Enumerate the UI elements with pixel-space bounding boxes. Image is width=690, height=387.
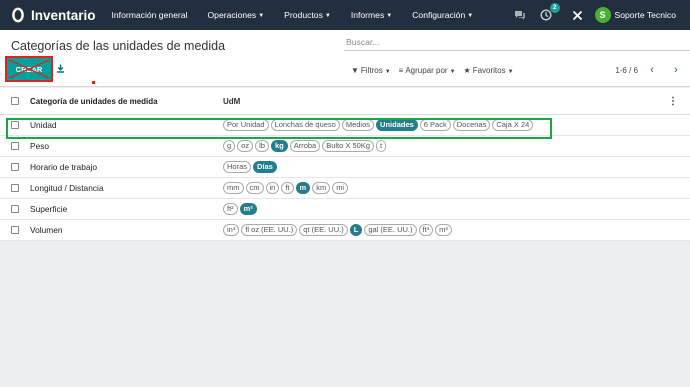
udm-tag: gal (EE. UU.) xyxy=(364,224,417,236)
filter-icon: ▼ xyxy=(351,66,359,75)
udm-tag: Lonchas de queso xyxy=(270,119,340,131)
activity-badge: 2 xyxy=(549,3,560,13)
udm-tag: g xyxy=(223,140,236,152)
udm-tag-selected: kg xyxy=(270,140,288,152)
category-name: Peso xyxy=(30,141,50,151)
select-all-checkbox[interactable] xyxy=(11,97,19,105)
list-view: Categoría de unidades de medida UdM ⋮ Un… xyxy=(0,88,690,241)
category-name: Volumen xyxy=(30,225,63,235)
udm-tag: Caja X 24 xyxy=(492,119,534,131)
main-menu: Información general Operaciones ▼ Productos… xyxy=(112,10,494,20)
create-button[interactable]: CREAR xyxy=(5,56,53,82)
udm-tag-selected: Días xyxy=(253,161,277,173)
search-options: ▼ Filtros ▼ ≡ Agrupar por ▼ ★ Favoritos ▼ xyxy=(351,66,522,75)
table-row[interactable]: Volumen in³ fl oz (EE. UU.) qt (EE. UU.) Lga… xyxy=(0,220,690,241)
menu-item-1[interactable]: Operaciones ▼ xyxy=(207,10,264,20)
category-name: Horario de trabajo xyxy=(30,162,98,172)
udm-tag: ft xyxy=(281,182,294,194)
star-icon: ★ xyxy=(463,66,471,75)
table-row[interactable]: Superficie ft² m² xyxy=(0,199,690,220)
annotation-mark xyxy=(92,81,95,84)
row-checkbox[interactable] xyxy=(11,142,19,150)
search-input[interactable] xyxy=(344,37,690,47)
chevron-down-icon: ▼ xyxy=(467,13,474,19)
pager-next-icon[interactable]: › xyxy=(670,63,682,77)
udm-tag: ft³ xyxy=(418,224,434,236)
udm-tags: mm cm in ft m km mi xyxy=(223,182,350,194)
udm-tag: Docenas xyxy=(452,119,491,131)
udm-tag: in xyxy=(265,182,280,194)
udm-tag: Bulto X 50Kg xyxy=(322,140,374,152)
udm-tag: km xyxy=(312,182,331,194)
table-row[interactable]: Peso g oz lb kg Arroba Bulto X 50Kg t xyxy=(0,136,690,157)
udm-tag: lb xyxy=(255,140,269,152)
row-checkbox[interactable] xyxy=(11,163,19,171)
udm-tag: Por Unidad xyxy=(223,119,269,131)
row-checkbox[interactable] xyxy=(11,184,19,192)
pager-value[interactable]: 1-6 / 6 xyxy=(615,66,638,75)
category-name: Unidad xyxy=(30,120,57,130)
udm-tag: qt (EE. UU.) xyxy=(299,224,348,236)
optional-columns-icon[interactable]: ⋮ xyxy=(668,96,678,107)
menu-item-3[interactable]: Informes ▼ xyxy=(351,10,392,20)
debug-tools-icon[interactable] xyxy=(569,6,587,24)
udm-tags: Por Unidad Lonchas de queso Medios Unidades… xyxy=(223,119,535,131)
activity-icon[interactable]: 2 xyxy=(537,3,560,24)
menu-item-0[interactable]: Información general xyxy=(112,10,188,20)
udm-tag: fl oz (EE. UU.) xyxy=(241,224,298,236)
row-checkbox[interactable] xyxy=(11,205,19,213)
udm-tag-selected: L xyxy=(349,224,363,236)
search-box xyxy=(344,37,690,51)
udm-tag: cm xyxy=(245,182,264,194)
group-by-dropdown[interactable]: ≡ Agrupar por ▼ xyxy=(399,66,456,75)
odoo-logo-icon[interactable] xyxy=(7,4,29,26)
row-checkbox[interactable] xyxy=(11,226,19,234)
udm-tags: g oz lb kg Arroba Bulto X 50Kg t xyxy=(223,140,388,152)
chat-icon[interactable] xyxy=(511,6,529,24)
filters-dropdown[interactable]: ▼ Filtros ▼ xyxy=(351,66,391,75)
table-row[interactable]: Unidad Por Unidad Lonchas de queso Medios Un… xyxy=(0,115,690,136)
download-icon[interactable] xyxy=(56,64,65,75)
column-header-category[interactable]: Categoría de unidades de medida xyxy=(30,97,158,106)
page-title: Categorías de las unidades de medida xyxy=(11,39,226,53)
control-panel: Categorías de las unidades de medida CRE… xyxy=(0,30,690,87)
udm-tag: Arroba xyxy=(289,140,321,152)
udm-tag: mm xyxy=(223,182,244,194)
udm-tag: ft² xyxy=(223,203,238,215)
row-checkbox[interactable] xyxy=(11,121,19,129)
udm-tag-selected: m xyxy=(295,182,311,194)
favorites-dropdown[interactable]: ★ Favoritos ▼ xyxy=(464,66,514,75)
menu-item-4[interactable]: Configuración ▼ xyxy=(412,10,473,20)
udm-tag: m³ xyxy=(435,224,452,236)
chevron-down-icon: ▼ xyxy=(324,13,331,19)
group-icon: ≡ xyxy=(398,66,404,75)
udm-tag: mi xyxy=(332,182,349,194)
pager-previous-icon[interactable]: ‹ xyxy=(646,63,658,77)
udm-tag: 6 Pack xyxy=(419,119,451,131)
column-header-udm[interactable]: UdM xyxy=(223,97,240,106)
user-menu[interactable]: Soporte Tecnico xyxy=(615,10,676,20)
udm-tag-selected: m² xyxy=(239,203,257,215)
udm-tag-selected: Unidades xyxy=(376,119,418,131)
menu-item-2[interactable]: Productos ▼ xyxy=(284,10,331,20)
chevron-down-icon: ▼ xyxy=(386,13,393,19)
table-row[interactable]: Horario de trabajo Horas Días xyxy=(0,157,690,178)
top-navbar: Inventario Información general Operacione… xyxy=(0,0,690,30)
udm-tag: in³ xyxy=(223,224,240,236)
table-header: Categoría de unidades de medida UdM ⋮ xyxy=(0,88,690,115)
avatar[interactable]: S xyxy=(594,7,611,23)
udm-tag: t xyxy=(376,140,387,152)
udm-tags: ft² m² xyxy=(223,203,259,215)
category-name: Longitud / Distancia xyxy=(30,183,104,193)
udm-tags: Horas Días xyxy=(223,161,279,173)
chevron-down-icon: ▼ xyxy=(258,13,265,19)
table-row[interactable]: Longitud / Distancia mm cm in ft m km mi xyxy=(0,178,690,199)
udm-tag: Medios xyxy=(341,119,375,131)
udm-tag: Horas xyxy=(223,161,252,173)
udm-tag: oz xyxy=(237,140,254,152)
cross-annotation-icon xyxy=(8,59,50,79)
app-name[interactable]: Inventario xyxy=(31,8,96,23)
category-name: Superficie xyxy=(30,204,68,214)
udm-tags: in³ fl oz (EE. UU.) qt (EE. UU.) Lgal (EE. … xyxy=(223,224,454,236)
